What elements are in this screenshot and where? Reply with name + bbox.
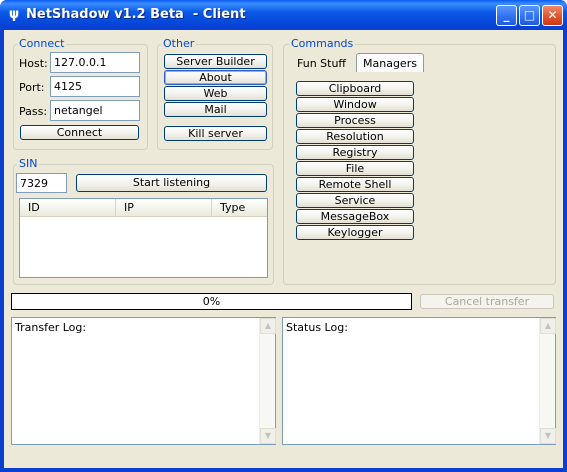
list-header: ID IP Type — [20, 199, 267, 217]
resolution-button[interactable]: Resolution — [296, 129, 414, 144]
password-input[interactable]: netangel — [50, 100, 140, 121]
sin-group-label: SIN — [17, 157, 40, 170]
mail-button[interactable]: Mail — [164, 102, 267, 117]
netshadow-app-icon[interactable]: ψ — [6, 7, 22, 23]
port-label: Port: — [19, 81, 45, 94]
server-builder-button[interactable]: Server Builder — [164, 54, 267, 69]
transfer-progress-bar: 0% — [11, 293, 412, 310]
window-title: NetShadow v1.2 Beta - Client — [26, 7, 246, 22]
scroll-down-arrow-icon[interactable]: ▼ — [540, 428, 556, 444]
connect-group-label: Connect — [17, 37, 67, 50]
cancel-transfer-button[interactable]: Cancel transfer — [420, 294, 554, 309]
client-area: Connect Host: 127.0.0.1 Port: 4125 Pass:… — [4, 30, 563, 468]
column-type[interactable]: Type — [212, 199, 267, 217]
status-log[interactable]: Status Log: ▲ ▼ — [282, 317, 556, 445]
start-listening-button[interactable]: Start listening — [76, 174, 267, 192]
column-id[interactable]: ID — [20, 199, 116, 217]
window-button[interactable]: Window — [296, 97, 414, 112]
file-button[interactable]: File — [296, 161, 414, 176]
web-button[interactable]: Web — [164, 86, 267, 101]
scroll-down-arrow-icon[interactable]: ▼ — [260, 428, 276, 444]
port-input[interactable]: 4125 — [50, 76, 140, 97]
minimize-button[interactable]: _ — [496, 5, 517, 26]
process-button[interactable]: Process — [296, 113, 414, 128]
host-input[interactable]: 127.0.0.1 — [50, 52, 140, 73]
pass-label: Pass: — [19, 105, 48, 118]
transfer-log-scrollbar[interactable]: ▲ ▼ — [259, 318, 276, 444]
kill-server-button[interactable]: Kill server — [164, 126, 267, 141]
other-group-label: Other — [161, 37, 197, 50]
app-window: ψ NetShadow v1.2 Beta - Client _ □ ✕ Con… — [0, 0, 567, 472]
column-ip[interactable]: IP — [116, 199, 212, 217]
title-bar[interactable]: ψ NetShadow v1.2 Beta - Client _ □ ✕ — [0, 0, 567, 30]
host-label: Host: — [19, 57, 48, 70]
maximize-button[interactable]: □ — [519, 5, 540, 26]
sin-port-input[interactable]: 7329 — [16, 173, 67, 193]
about-button[interactable]: About — [164, 70, 267, 85]
connections-list[interactable]: ID IP Type — [19, 198, 268, 278]
remote-shell-button[interactable]: Remote Shell — [296, 177, 414, 192]
registry-button[interactable]: Registry — [296, 145, 414, 160]
service-button[interactable]: Service — [296, 193, 414, 208]
status-log-scrollbar[interactable]: ▲ ▼ — [539, 318, 556, 444]
messagebox-button[interactable]: MessageBox — [296, 209, 414, 224]
keylogger-button[interactable]: Keylogger — [296, 225, 414, 240]
commands-group-label: Commands — [289, 37, 356, 50]
close-button[interactable]: ✕ — [542, 5, 563, 26]
tab-managers[interactable]: Managers — [356, 53, 424, 72]
status-log-text: Status Log: — [286, 321, 348, 334]
scroll-up-arrow-icon[interactable]: ▲ — [540, 318, 556, 334]
tab-fun-stuff[interactable]: Fun Stuff — [297, 57, 346, 70]
clipboard-button[interactable]: Clipboard — [296, 81, 414, 96]
transfer-log[interactable]: Transfer Log: ▲ ▼ — [11, 317, 276, 445]
connect-button[interactable]: Connect — [20, 125, 139, 140]
transfer-log-text: Transfer Log: — [15, 321, 87, 334]
scroll-up-arrow-icon[interactable]: ▲ — [260, 318, 276, 334]
